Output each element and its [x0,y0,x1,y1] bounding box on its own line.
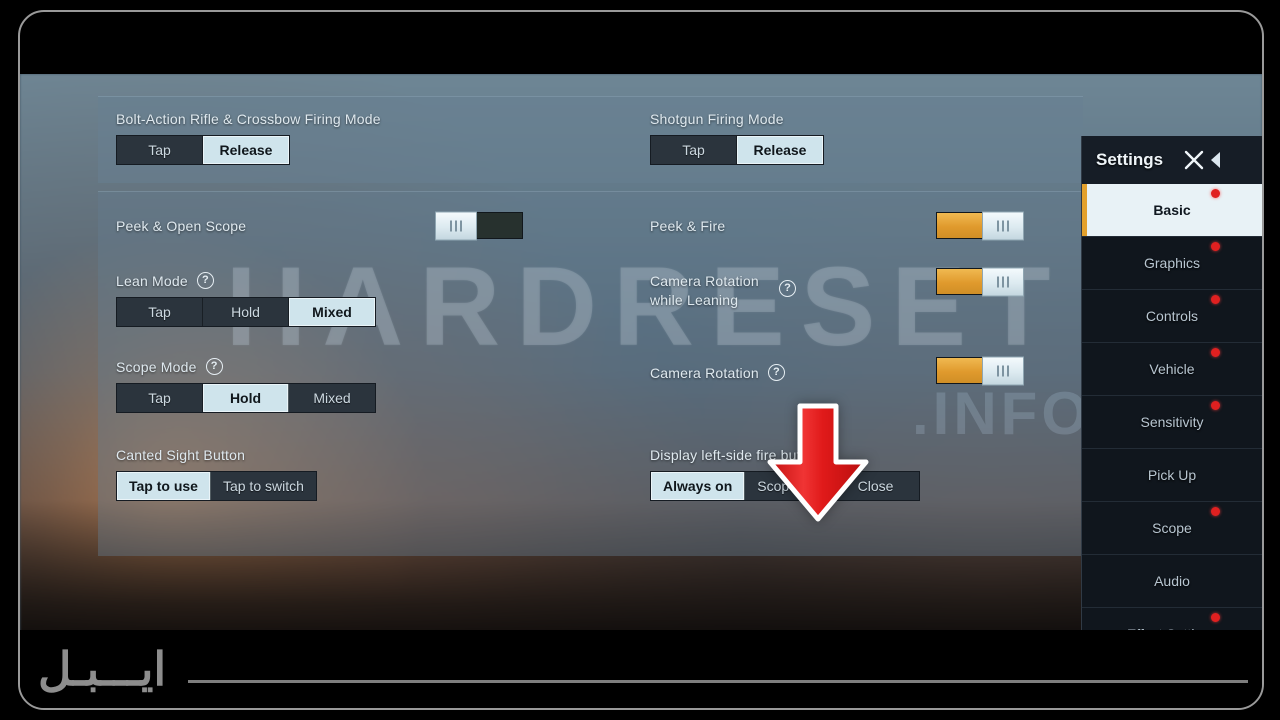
shotgun-firing-mode-group: Shotgun Firing Mode Tap Release [650,111,824,165]
notification-dot [1211,507,1220,516]
display-left-side-fire-button-label: Display left-side fire button [650,447,821,463]
help-icon[interactable]: ? [205,358,223,375]
toggle-knob [982,356,1024,385]
peek-open-scope-label: Peek & Open Scope [116,218,247,234]
close-settings-control[interactable] [1181,147,1222,173]
segment-option[interactable]: Mixed [289,298,375,326]
shotgun-firing-mode-label: Shotgun Firing Mode [650,111,784,127]
sidebar-item-label: Controls [1145,308,1199,324]
lean-mode-group: Lean Mode ? Tap Hold Mixed [116,272,376,327]
segment-option[interactable]: Release [203,136,289,164]
peek-open-scope-toggle[interactable] [435,211,523,240]
sidebar-item-label: Scope [1152,520,1192,536]
settings-content: Bolt-Action Rifle & Crossbow Firing Mode… [98,96,1083,566]
sidebar-title: Settings [1096,150,1164,169]
sidebar-item-controls[interactable]: Controls [1082,290,1262,343]
peek-fire-group: Peek & Fire [650,218,725,234]
sidebar-nav-list: Basic Graphics Controls Vehicle Sensitivity P… [1082,184,1262,649]
toggle-knob [982,211,1024,240]
sidebar-item-audio[interactable]: Audio [1082,555,1262,608]
display-left-side-fire-button-group: Display left-side fire button Always on … [650,447,920,501]
sidebar-item-basic[interactable]: Basic [1082,184,1262,237]
sidebar-header: Settings [1082,136,1262,184]
caption-band: ایـــبـل [20,630,1262,708]
scope-mode-label: Scope Mode [116,358,197,375]
segment-option[interactable]: Always on [651,472,746,500]
segment-option[interactable]: Mixed [289,384,375,412]
canted-sight-button-label: Canted Sight Button [116,447,246,463]
display-left-side-fire-button-segmented[interactable]: Always on Scope On Close [650,471,920,501]
camera-rotation-leaning-label: Camera Rotation while Leaning [650,273,759,308]
basic-options-panel: Peek & Open Scope Lean Mode ? Tap Hold M… [98,191,1083,556]
sidebar-item-graphics[interactable]: Graphics [1082,237,1262,290]
shotgun-firing-mode-segmented[interactable]: Tap Release [650,135,824,165]
help-icon[interactable]: ? [779,280,796,297]
notification-dot [1211,242,1220,251]
sidebar-item-scope[interactable]: Scope [1082,502,1262,555]
sidebar-item-label: Graphics [1143,255,1201,271]
help-icon[interactable]: ? [196,272,214,289]
segment-option[interactable]: Close [832,472,919,500]
lean-mode-label: Lean Mode [116,272,188,289]
segment-option[interactable]: Tap [117,384,203,412]
sidebar-item-sensitivity[interactable]: Sensitivity [1082,396,1262,449]
sidebar-item-label: Basic [1153,202,1191,218]
bolt-action-firing-mode-label: Bolt-Action Rifle & Crossbow Firing Mode [116,111,381,127]
notification-dot [1211,348,1220,357]
camera-rotation-leaning-toggle[interactable] [936,267,1024,296]
segment-option[interactable]: Tap to use [117,472,211,500]
peek-fire-label: Peek & Fire [650,218,726,234]
close-x-icon [1184,150,1204,170]
segment-option[interactable]: Tap to switch [210,472,316,500]
bolt-action-firing-mode-group: Bolt-Action Rifle & Crossbow Firing Mode… [116,111,381,165]
segment-option[interactable]: Tap [651,136,737,164]
segment-option[interactable]: Scope On [745,472,833,500]
toggle-knob [982,267,1024,296]
help-icon[interactable]: ? [767,364,785,381]
peek-fire-toggle[interactable] [936,211,1024,240]
notification-dot [1211,189,1220,198]
camera-rotation-label: Camera Rotation [650,364,759,381]
segment-option[interactable]: Hold [203,384,289,412]
sidebar-item-pick-up[interactable]: Pick Up [1082,449,1262,502]
bolt-action-firing-mode-segmented[interactable]: Tap Release [116,135,290,165]
camera-rotation-toggle[interactable] [936,356,1024,385]
segment-option[interactable]: Hold [203,298,289,326]
segment-option[interactable]: Tap [117,298,203,326]
notification-dot [1211,401,1220,410]
caption-divider [188,679,1249,683]
sidebar-item-label: Sensitivity [1140,414,1204,430]
canted-sight-button-segmented[interactable]: Tap to use Tap to switch [116,471,317,501]
camera-rotation-group: Camera Rotation ? [650,364,850,381]
notification-dot [1211,613,1220,622]
canted-sight-button-group: Canted Sight Button Tap to use Tap to sw… [116,447,317,501]
toggle-knob [435,211,477,240]
peek-open-scope-group: Peek & Open Scope [116,218,246,234]
camera-rotation-leaning-group: Camera Rotation while Leaning ? [650,272,850,310]
lean-mode-segmented[interactable]: Tap Hold Mixed [116,297,376,327]
sidebar-item-vehicle[interactable]: Vehicle [1082,343,1262,396]
segment-option[interactable]: Release [737,136,823,164]
segment-option[interactable]: Tap [117,136,203,164]
scope-mode-segmented[interactable]: Tap Hold Mixed [116,383,376,413]
chevron-left-icon [1211,152,1221,168]
device-frame: HARDRESET .INFO Bolt-Action Rifle & Cros… [18,10,1264,710]
sidebar-item-label: Vehicle [1149,361,1195,377]
settings-sidebar: Settings Basic Graphics Controls Vehicle Sen… [1081,136,1262,649]
scope-mode-group: Scope Mode ? Tap Hold Mixed [116,358,376,413]
game-settings-screen: HARDRESET .INFO Bolt-Action Rifle & Cros… [20,74,1262,649]
caption-text: ایـــبـل [38,643,167,695]
firing-mode-panel: Bolt-Action Rifle & Crossbow Firing Mode… [98,96,1083,183]
sidebar-item-label: Audio [1154,573,1190,589]
sidebar-item-label: Pick Up [1147,467,1197,483]
notification-dot [1211,295,1220,304]
